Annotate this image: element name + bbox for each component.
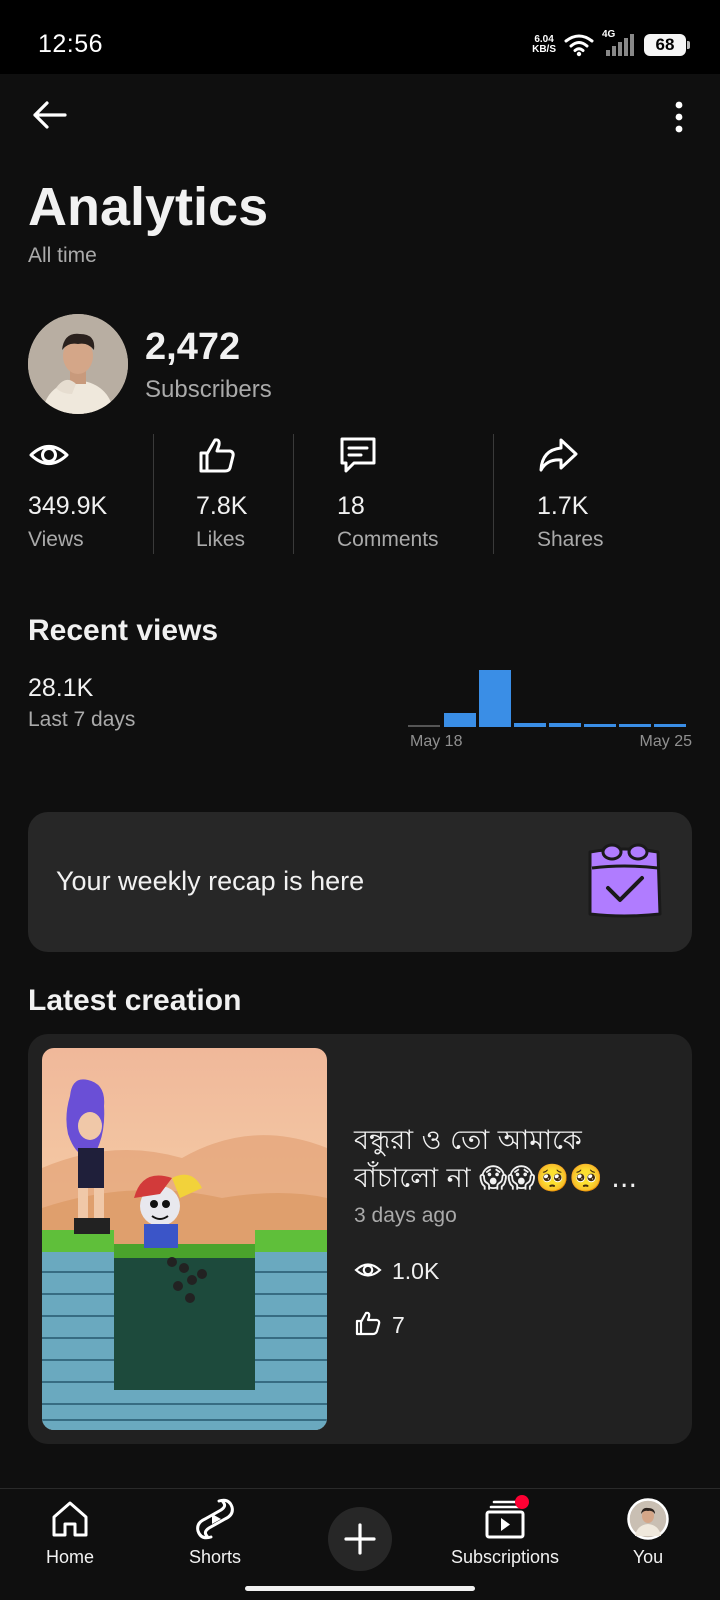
nav-label: Shorts	[188, 1547, 242, 1567]
create-button[interactable]	[328, 1507, 392, 1571]
nav-you[interactable]: You	[578, 1497, 718, 1581]
home-icon	[52, 1501, 88, 1537]
bottom-navigation: Home Shorts Subscriptions You	[0, 1488, 720, 1600]
thumbs-up-icon	[199, 438, 235, 473]
thumbs-up-icon	[355, 1311, 381, 1336]
page-subtitle: All time	[28, 244, 97, 267]
stat-label: Likes	[196, 528, 246, 551]
subscribers-label: Subscribers	[145, 376, 272, 403]
nav-label: Home	[45, 1547, 94, 1567]
divider	[293, 434, 294, 554]
divider	[153, 434, 154, 554]
share-icon	[539, 438, 578, 472]
arrow-left-icon	[33, 101, 67, 129]
shorts-icon	[196, 1498, 234, 1540]
chart-bar	[479, 670, 511, 727]
chart-start-label: May 18	[410, 733, 463, 750]
stat-value: 349.9K	[28, 492, 108, 520]
chart-bar	[444, 713, 476, 727]
status-icons: 6.04 KB/S 4G 68	[532, 29, 690, 60]
chart-bar	[549, 723, 581, 727]
more-options-button[interactable]	[666, 94, 692, 140]
profile-avatar-icon	[627, 1498, 669, 1540]
channel-avatar[interactable]	[28, 314, 128, 414]
chart-bar	[654, 724, 686, 727]
latest-video-card[interactable]: বন্ধুরা ও তো আমাকে বাঁচালো না 😱😱🥺🥺 ... 3…	[28, 1034, 692, 1444]
stat-value: 1.7K	[537, 492, 589, 520]
nav-home[interactable]: Home	[0, 1497, 140, 1581]
recent-views-period: Last 7 days	[28, 708, 136, 731]
latest-creation-title: Latest creation	[28, 984, 242, 1017]
calendar-check-icon	[588, 843, 662, 918]
stat-label: Shares	[537, 528, 604, 551]
net-speed: 6.04 KB/S	[532, 34, 556, 55]
nav-shorts[interactable]: Shorts	[145, 1497, 285, 1581]
comment-icon	[340, 437, 376, 473]
video-likes: 7	[392, 1312, 405, 1338]
weekly-recap-card[interactable]: Your weekly recap is here	[28, 812, 692, 952]
stat-value: 18	[337, 492, 365, 520]
eye-icon	[354, 1263, 382, 1277]
recent-views-count: 28.1K	[28, 674, 94, 702]
video-thumbnail[interactable]	[42, 1048, 327, 1430]
video-views: 1.0K	[392, 1258, 440, 1284]
page-title: Analytics	[28, 177, 269, 237]
plus-icon	[344, 1523, 376, 1555]
notification-dot	[515, 1495, 529, 1509]
nav-label: You	[632, 1547, 664, 1567]
more-vert-icon	[675, 101, 683, 133]
battery-indicator: 68	[644, 34, 690, 56]
stat-value: 7.8K	[196, 492, 248, 520]
divider	[493, 434, 494, 554]
eye-icon	[29, 445, 69, 465]
recap-text: Your weekly recap is here	[56, 866, 365, 896]
recent-views-title: Recent views	[28, 614, 219, 647]
chart-bar	[584, 724, 616, 727]
stats-row: 349.9K Views 7.8K Likes 18 Comments 1.7K…	[0, 432, 720, 556]
nav-subscriptions[interactable]: Subscriptions	[435, 1495, 575, 1581]
chart-bar	[514, 723, 546, 727]
recent-views-chart[interactable]: May 18 May 25	[408, 660, 692, 752]
status-bar: 12:56 6.04 KB/S 4G 68	[0, 0, 720, 74]
stat-label: Comments	[337, 528, 439, 551]
video-title: বন্ধুরা ও তো আমাকে বাঁচালো না 😱😱🥺🥺 ...	[354, 1125, 638, 1194]
nav-label: Subscriptions	[450, 1547, 560, 1567]
chart-bar	[619, 724, 651, 727]
chart-end-label: May 25	[640, 733, 692, 750]
cell-signal-icon: 4G	[602, 29, 636, 58]
chart-bar	[408, 725, 440, 727]
video-age: 3 days ago	[354, 1204, 457, 1227]
home-indicator[interactable]	[245, 1586, 475, 1591]
back-button[interactable]	[26, 92, 72, 138]
subscribers-count: 2,472	[145, 326, 241, 368]
wifi-icon	[564, 34, 594, 57]
status-time: 12:56	[38, 30, 104, 58]
stat-label: Views	[28, 528, 84, 551]
